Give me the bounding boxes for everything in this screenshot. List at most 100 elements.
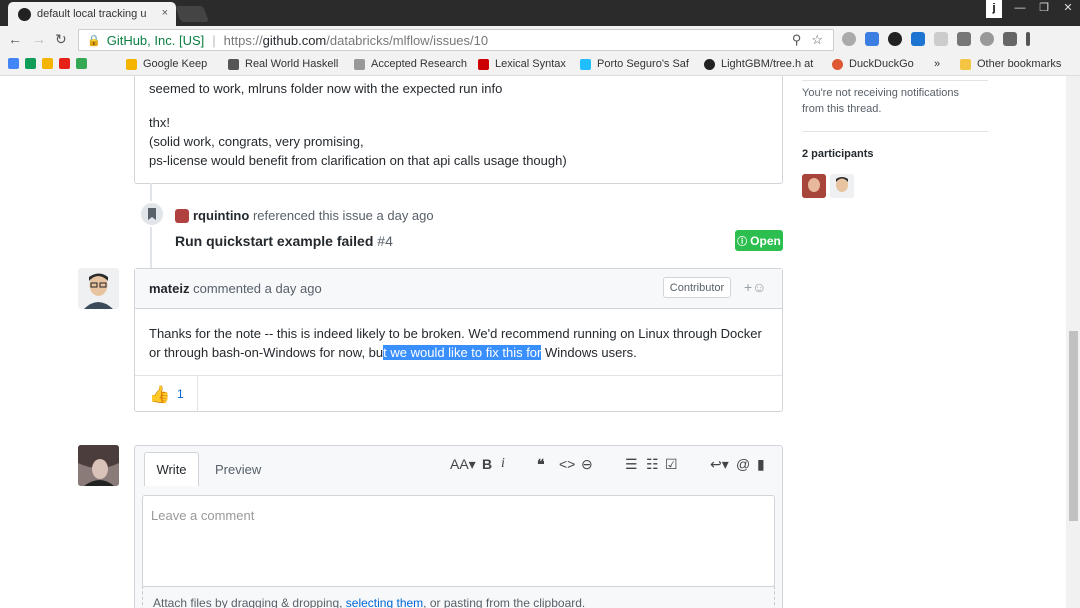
browser-tab[interactable]: default local tracking u × [8,2,176,26]
comment-author[interactable]: mateiz [149,281,189,296]
tab-preview[interactable]: Preview [215,462,261,477]
avatar[interactable] [78,445,119,486]
task-list-icon[interactable]: ☑ [665,456,678,473]
bookmark-favicon-icon [704,58,715,70]
italic-icon[interactable]: i [501,456,505,472]
avatar[interactable] [78,268,119,309]
tab-write[interactable]: Write [144,452,199,486]
youtube-icon[interactable] [59,58,70,69]
selected-text: t we would like to fix this for [383,345,542,360]
extension-icon[interactable] [1003,32,1017,46]
numbered-list-icon[interactable]: ☷ [646,456,659,473]
extension-icon[interactable] [865,32,879,46]
thumbs-up-reaction[interactable]: 👍 1 [135,376,198,411]
avatar-image [78,445,119,486]
bookmark-item[interactable]: Lexical Syntax [478,58,566,70]
comment-textarea[interactable]: Leave a comment [142,495,775,587]
outlook-icon[interactable] [911,32,925,46]
participants-heading: 2 participants [802,148,874,160]
minimize-button[interactable]: — [1008,0,1032,18]
referenced-issue-title[interactable]: Run quickstart example failed [175,233,373,249]
extension-icon[interactable] [934,32,948,46]
quote-icon[interactable]: ❝ [537,456,545,473]
new-tab-button[interactable] [175,6,209,22]
zoom-search-icon[interactable]: ⚲ [792,32,802,48]
bookmark-item[interactable]: Porto Seguro's Saf [580,58,689,70]
bookmark-favicon-icon [126,58,137,70]
profile-badge[interactable]: j [986,0,1002,18]
extension-icon[interactable] [980,32,994,46]
bookmark-app-icon[interactable] [42,58,53,69]
page-scrollbar[interactable] [1066,76,1080,608]
window-controls: j — ❐ ✕ [986,0,1080,18]
bookmark-star-icon[interactable]: ☆ [811,32,823,48]
contributor-badge: Contributor [663,277,731,298]
select-files-link[interactable]: selecting them [346,596,423,608]
bookmark-item[interactable]: Accepted Research [354,58,467,70]
bookmark-favicon-icon [478,58,489,70]
bold-icon[interactable]: B [482,456,492,472]
avatar[interactable] [175,209,189,223]
link-icon[interactable]: ⊖ [581,456,593,473]
restore-button[interactable]: ❐ [1032,0,1056,18]
open-issue-icon: ⓘ [737,237,748,248]
url-prefix: https:// [223,32,263,48]
referenced-issue-number[interactable]: #4 [377,233,393,249]
url-field[interactable]: 🔒 GitHub, Inc. [US] | https:// github.co… [78,29,834,51]
bookmarks-overflow[interactable]: » [934,58,940,70]
chrome-menu-icon[interactable] [1026,32,1030,46]
notification-status: from this thread. [802,103,882,115]
saved-reply-bookmark-icon[interactable]: ▮ [757,456,765,473]
extension-icon[interactable] [888,32,902,46]
reload-icon[interactable]: ↻ [55,31,67,48]
bookmark-favicon-icon [228,58,239,70]
bookmark-app-icon[interactable] [8,58,19,69]
text-size-icon[interactable]: AA▾ [450,456,476,473]
secure-label: GitHub, Inc. [US] [106,32,205,48]
reference-text: referenced this issue a day ago [252,208,434,223]
notification-status: You're not receiving notifications [802,87,960,99]
bookmarks-bar: Google Keep Real World Haskell Accepted … [0,54,1080,76]
bookmark-badge [139,201,165,227]
scrollbar-thumb[interactable] [1069,331,1078,521]
url-host: github.com [262,32,327,48]
comment-text: ps-license would benefit from clarificat… [149,153,567,168]
comment-timestamp[interactable]: commented a day ago [193,281,322,296]
attach-files-area[interactable]: Attach files by dragging & dropping, sel… [142,586,775,608]
participant-avatar[interactable] [830,174,854,198]
status-badge: ⓘ Open [735,230,783,251]
mention-icon[interactable]: @ [736,456,750,472]
extension-icon[interactable] [842,32,856,46]
bookmark-favicon-icon [832,58,843,70]
bookmark-item[interactable]: Google Keep [126,58,207,70]
participant-avatar[interactable] [802,174,826,198]
pin-icon[interactable] [957,32,971,46]
browser-titlebar: default local tracking u × j — ❐ ✕ [0,0,1080,26]
bookmark-item[interactable]: DuckDuckGo [832,58,914,70]
bookmark-app-icon[interactable] [25,58,36,69]
comment-body-line: or through bash-on-Windows for now, but … [149,345,637,360]
bulleted-list-icon[interactable]: ☰ [625,456,638,473]
reply-icon[interactable]: ↩▾ [710,456,729,473]
bookmark-icon [148,208,156,220]
avatar-image [830,174,854,198]
code-icon[interactable]: <> [559,456,575,472]
add-reaction-icon[interactable]: +☺ [744,279,766,295]
extensions-bar [842,32,1030,46]
bookmark-favicon-icon [580,58,591,70]
close-window-button[interactable]: ✕ [1056,0,1080,18]
avatar-image [802,174,826,198]
back-icon[interactable]: ← [8,31,22,47]
reference-user[interactable]: rquintino [193,208,249,223]
tab-close-icon[interactable]: × [162,7,168,19]
url-path: /databricks/mlflow/issues/10 [326,32,489,48]
comment-text: seemed to work, mlruns folder now with t… [149,81,503,96]
bookmark-app-icon[interactable] [76,58,87,69]
forward-icon[interactable]: → [32,31,46,47]
bookmark-item[interactable]: Real World Haskell [228,58,338,70]
github-favicon-icon [18,7,31,21]
bookmark-item[interactable]: LightGBM/tree.h at [704,58,813,70]
folder-icon [960,58,971,70]
comment-body-line: Thanks for the note -- this is indeed li… [149,326,762,341]
other-bookmarks[interactable]: Other bookmarks [960,58,1061,70]
